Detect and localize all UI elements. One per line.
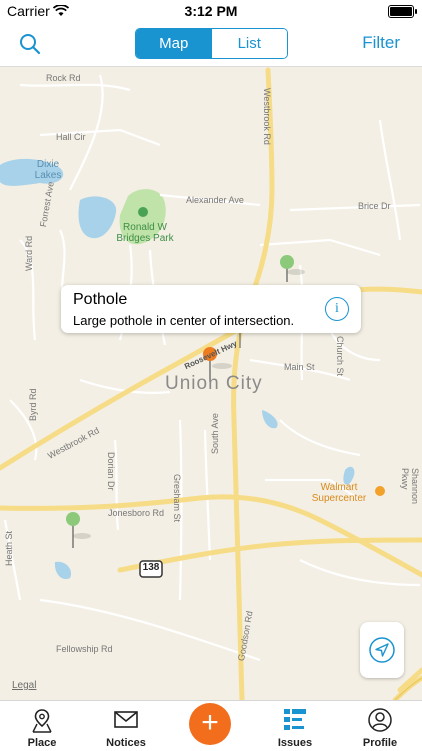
legal-link[interactable]: Legal xyxy=(12,680,36,691)
pond-center xyxy=(262,410,278,429)
map-label-brice-dr: Brice Dr xyxy=(358,201,391,211)
search-icon[interactable] xyxy=(18,32,42,56)
map-label-westbrook-rd-north: Westbrook Rd xyxy=(262,88,272,145)
callout-description: Large pothole in center of intersection. xyxy=(73,313,295,328)
segment-list[interactable]: List xyxy=(211,29,287,58)
map-label-heath-st: Heath St xyxy=(4,530,14,566)
walmart-marker-icon xyxy=(375,486,385,496)
segment-map[interactable]: Map xyxy=(136,29,212,58)
tab-label-place: Place xyxy=(27,737,57,749)
locate-me-button[interactable] xyxy=(360,622,404,678)
battery-tip xyxy=(415,9,417,14)
envelope-icon xyxy=(114,711,138,728)
tab-issues[interactable]: Issues xyxy=(253,701,337,751)
map-label-jonesboro-rd: Jonesboro Rd xyxy=(108,508,165,518)
tab-place[interactable]: Place xyxy=(0,701,84,751)
add-issue-button[interactable]: + xyxy=(189,703,231,745)
map-label-rock-rd: Rock Rd xyxy=(46,73,81,83)
tab-profile[interactable]: Profile xyxy=(338,701,422,751)
status-time: 3:12 PM xyxy=(184,3,238,19)
park-marker-icon xyxy=(138,207,148,217)
map-label-shannon-pkwy: Shannon Pkwy xyxy=(400,468,420,505)
map-label-dixie-lakes: Dixie Lakes xyxy=(34,159,62,181)
map-list-segmented-control: Map List xyxy=(135,28,288,59)
battery-icon xyxy=(388,5,414,18)
info-icon[interactable]: i xyxy=(325,297,349,321)
map-label-alexander-ave: Alexander Ave xyxy=(186,195,244,205)
list-icon xyxy=(284,709,306,730)
map-label-union-city: Union City xyxy=(165,373,263,394)
filter-button[interactable]: Filter xyxy=(362,33,400,53)
location-arrow-icon xyxy=(369,637,395,663)
tab-label-notices: Notices xyxy=(106,737,146,749)
plus-icon: + xyxy=(201,706,219,739)
map-label-church-st: Church St xyxy=(335,336,345,377)
map-label-main-st: Main St xyxy=(284,362,315,372)
map-label-gresham-st: Gresham St xyxy=(172,474,182,523)
person-icon xyxy=(368,708,392,732)
issue-pin-green-west[interactable] xyxy=(66,512,91,548)
status-bar: Carrier 3:12 PM xyxy=(0,0,422,22)
map-label-park: Ronald W Bridges Park xyxy=(116,222,174,244)
map-label-fellowship-rd: Fellowship Rd xyxy=(56,644,113,654)
map-label-dorian-dr: Dorian Dr xyxy=(106,452,116,491)
map-label-route-138: 138 xyxy=(142,562,160,573)
pond-south xyxy=(54,561,72,580)
navigation-bar: Map List Filter xyxy=(0,22,422,67)
place-icon xyxy=(32,709,52,733)
tab-notices[interactable]: Notices xyxy=(84,701,168,751)
map-label-ward-rd: Ward Rd xyxy=(24,235,34,271)
map-label-hall-cir: Hall Cir xyxy=(56,132,86,142)
map-label-south-ave: South Ave xyxy=(210,413,220,454)
map-label-byrd-rd: Byrd Rd xyxy=(28,388,38,421)
map-label-walmart: Walmart Supercenter xyxy=(311,482,367,504)
tab-label-issues: Issues xyxy=(277,737,313,749)
map-view[interactable]: Rock Rd Hall Cir Dixie Lakes Alexander A… xyxy=(0,66,422,700)
callout-title: Pothole xyxy=(73,291,128,308)
tab-label-profile: Profile xyxy=(362,737,398,749)
issue-callout[interactable]: Pothole Large pothole in center of inter… xyxy=(61,285,361,333)
